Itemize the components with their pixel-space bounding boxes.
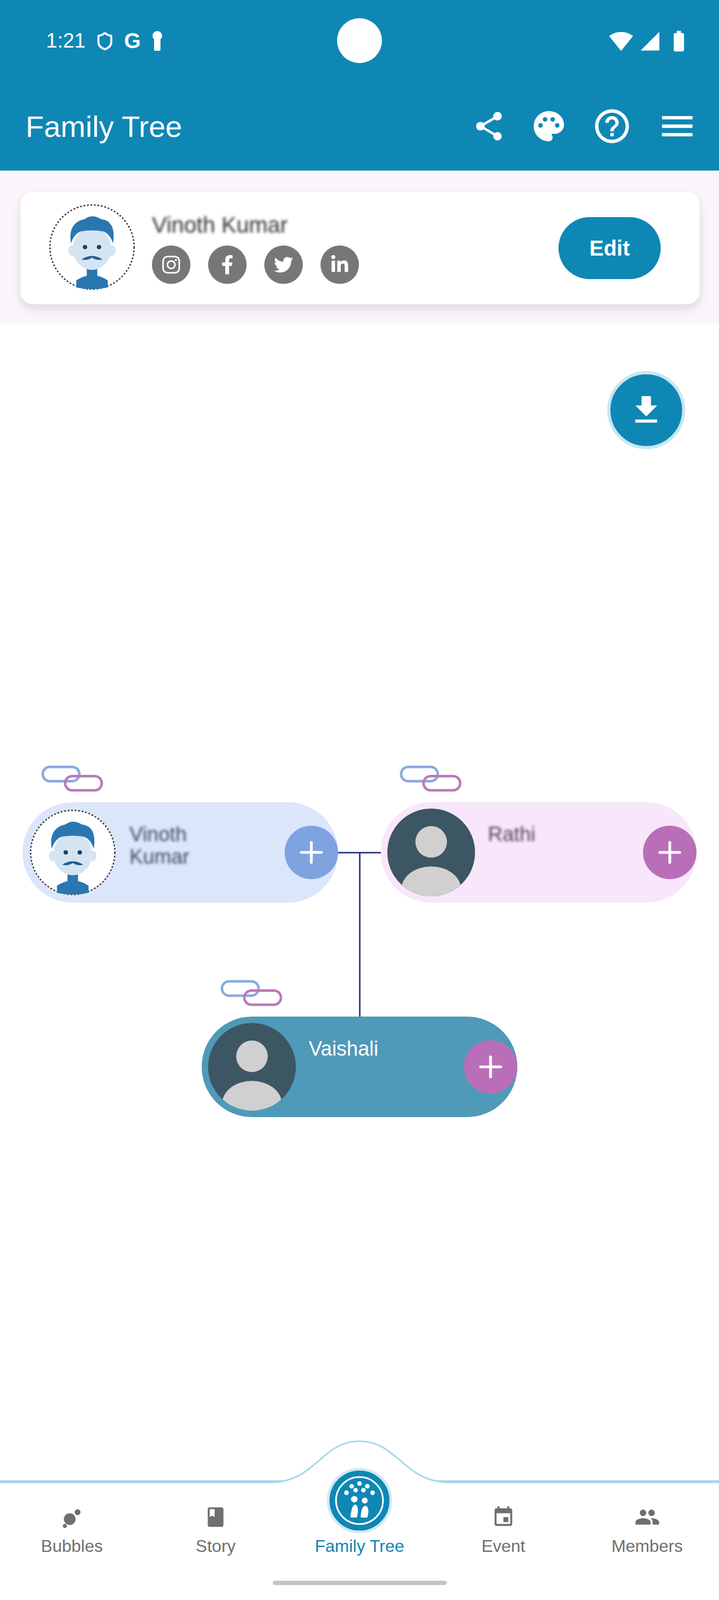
tree-node[interactable]: Rathi — [380, 802, 697, 904]
twitter-icon — [273, 255, 294, 275]
avatar-illustration-icon — [28, 808, 117, 897]
event-icon — [491, 1505, 516, 1530]
status-bar: 1:21 G — [0, 0, 719, 82]
camera-cutout — [337, 18, 382, 64]
google-letter: G — [124, 28, 141, 53]
battery-icon — [666, 28, 692, 54]
nav-item[interactable]: Bubbles — [0, 1482, 144, 1600]
menu-icon — [656, 105, 698, 147]
linkedin-link[interactable] — [320, 245, 359, 285]
keyhole-icon — [150, 30, 165, 52]
tree-canvas[interactable]: Vinoth Kumar Rathi Vaishali — [0, 324, 719, 1481]
tree-node[interactable]: Vaishali — [201, 1016, 518, 1118]
add-relative-button[interactable] — [284, 825, 339, 880]
wifi-icon — [608, 28, 634, 54]
linkedin-icon — [330, 255, 350, 275]
node-name: Rathi — [487, 823, 536, 847]
add-relative-button[interactable] — [463, 1040, 518, 1095]
members-icon — [634, 1504, 661, 1531]
profile-card: Vinoth Kumar Edit — [20, 192, 700, 305]
link-icon — [40, 765, 104, 794]
plus-icon — [296, 837, 327, 868]
download-button[interactable] — [607, 371, 686, 450]
twitter-link[interactable] — [264, 245, 303, 285]
shield-icon — [95, 31, 115, 51]
instagram-icon — [161, 254, 182, 275]
link-icon — [399, 765, 463, 794]
node-avatar — [208, 1023, 296, 1112]
person-placeholder-icon — [387, 808, 476, 897]
nav-item[interactable]: Members — [575, 1482, 719, 1600]
avatar-illustration-icon — [48, 203, 136, 292]
nav-label: Event — [481, 1536, 526, 1557]
help-icon — [591, 105, 633, 147]
app-screen: 1:21GFamily TreeVinoth KumarEditVinoth K… — [0, 0, 719, 1600]
download-icon — [627, 391, 665, 430]
facebook-icon — [217, 255, 237, 275]
app-title: Family Tree — [25, 109, 183, 144]
theme-button[interactable] — [530, 108, 568, 145]
nav-label: Bubbles — [41, 1536, 104, 1557]
profile-avatar — [48, 203, 136, 294]
family-tree-logo-icon — [326, 1468, 393, 1534]
app-bar: Family Tree — [0, 81, 719, 171]
bubbles-icon — [59, 1505, 84, 1530]
share-icon — [471, 109, 507, 144]
status-time: 1:21 — [46, 29, 86, 53]
nav-item[interactable]: Family Tree — [287, 1482, 432, 1600]
tree-node[interactable]: Vinoth Kumar — [22, 802, 339, 904]
node-name: Vinoth Kumar — [129, 823, 232, 869]
add-relative-button[interactable] — [643, 825, 697, 880]
child-connector — [358, 852, 361, 1017]
story-icon — [203, 1505, 228, 1530]
plus-icon — [475, 1052, 506, 1083]
node-name: Vaishali — [308, 1038, 379, 1061]
profile-name: Vinoth Kumar — [151, 212, 543, 239]
facebook-link[interactable] — [208, 245, 247, 285]
edit-button[interactable]: Edit — [558, 217, 661, 280]
cellular-icon — [638, 29, 662, 53]
profile-strip: Vinoth Kumar Edit — [0, 170, 719, 325]
instagram-link[interactable] — [151, 245, 191, 285]
nav-item[interactable]: Event — [431, 1482, 576, 1600]
bottom-nav: Bubbles Story Family Tree Event Members — [0, 1480, 719, 1600]
nav-label: Family Tree — [314, 1536, 404, 1557]
nav-label: Story — [195, 1536, 236, 1557]
palette-icon — [530, 108, 568, 145]
share-button[interactable] — [471, 109, 507, 144]
help-button[interactable] — [591, 105, 633, 147]
nav-item[interactable]: Story — [143, 1482, 288, 1600]
nav-label: Members — [611, 1536, 683, 1557]
node-avatar — [387, 808, 476, 897]
person-placeholder-icon — [208, 1023, 296, 1112]
node-avatar — [28, 808, 117, 897]
plus-icon — [654, 837, 685, 868]
menu-button[interactable] — [656, 105, 698, 147]
link-icon — [219, 979, 283, 1009]
